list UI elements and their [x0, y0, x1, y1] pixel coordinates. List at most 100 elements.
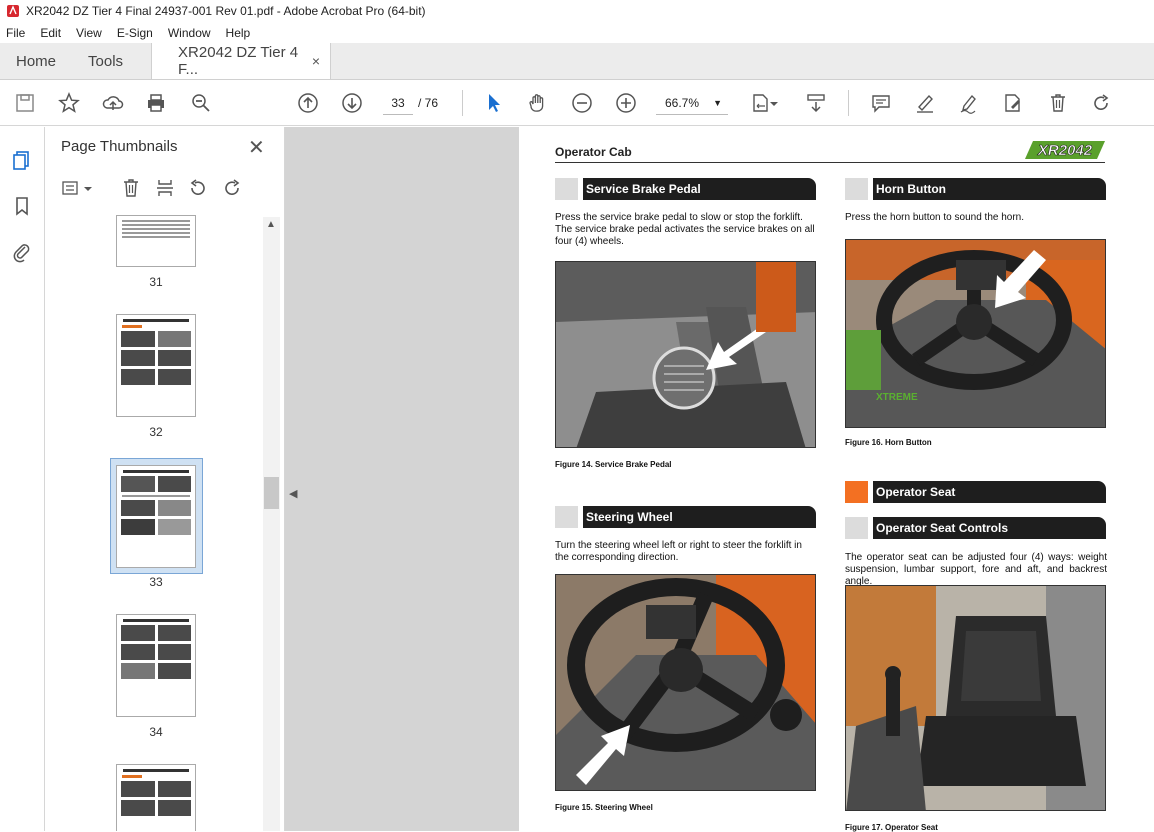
scroll-mode-icon[interactable]	[803, 90, 829, 116]
thumbnail-page[interactable]	[116, 314, 196, 417]
section-horn-button: Horn Button	[845, 178, 1106, 200]
section-title: Horn Button	[873, 178, 1106, 200]
chevron-down-icon: ▼	[713, 98, 722, 108]
rotate-counterclockwise-icon[interactable]	[187, 177, 209, 199]
horn-button-photo: XTREME	[845, 239, 1106, 428]
body-text: Turn the steering wheel left or right to…	[555, 540, 802, 563]
toolbar-divider	[462, 90, 463, 116]
chevron-down-icon[interactable]	[768, 90, 780, 116]
section-operator-seat-controls: Operator Seat Controls	[845, 517, 1106, 539]
zoom-search-icon[interactable]	[188, 90, 214, 116]
print-icon[interactable]	[143, 90, 169, 116]
delete-page-icon[interactable]	[120, 177, 142, 199]
bookmark-icon[interactable]	[11, 195, 33, 217]
thumbnail-page[interactable]	[116, 215, 196, 267]
scroll-up-icon[interactable]: ▲	[266, 219, 276, 230]
figure-caption: Figure 16. Horn Button	[845, 438, 932, 447]
thumbnail-page-number: 31	[149, 275, 163, 289]
section-marker	[845, 178, 868, 200]
menu-bar: File Edit View E-Sign Window Help	[0, 22, 1154, 43]
thumbnail-page[interactable]	[116, 764, 196, 831]
section-title: Operator Seat	[873, 481, 1106, 503]
highlight-pen-icon[interactable]	[912, 90, 938, 116]
svg-text:XR2042: XR2042	[1037, 142, 1093, 159]
panel-title: Page Thumbnails	[61, 138, 178, 155]
upload-cloud-icon[interactable]	[100, 90, 126, 116]
figure-caption: Figure 15. Steering Wheel	[555, 803, 653, 812]
body-text: The operator seat can be adjusted four (…	[845, 552, 1107, 587]
section-operator-seat: Operator Seat	[845, 481, 1106, 503]
thumbnail-page-number: 32	[149, 425, 163, 439]
rotate-icon[interactable]	[1088, 90, 1114, 116]
scrollbar-thumb[interactable]	[264, 477, 279, 509]
service-brake-photo	[555, 261, 816, 448]
document-view[interactable]: ◀ Operator Cab XR2042 Service Brake Peda…	[285, 127, 1154, 832]
close-panel-button[interactable]: ✕	[248, 135, 265, 160]
insert-page-icon[interactable]	[154, 177, 176, 199]
menu-file[interactable]: File	[6, 26, 25, 40]
steering-wheel-photo	[555, 574, 816, 791]
title-bar: XR2042 DZ Tier 4 Final 24937-001 Rev 01.…	[0, 0, 1154, 22]
toolbar: 33 / 76 66.7% ▼	[0, 80, 1154, 126]
save-icon[interactable]	[12, 90, 38, 116]
section-title: Operator Seat Controls	[873, 517, 1106, 539]
figure-caption: Figure 14. Service Brake Pedal	[555, 460, 672, 469]
window-title: XR2042 DZ Tier 4 Final 24937-001 Rev 01.…	[26, 4, 426, 18]
rotate-clockwise-icon[interactable]	[221, 177, 243, 199]
collapse-panel-icon[interactable]: ◀	[289, 487, 297, 500]
tab-document-label: XR2042 DZ Tier 4 F...	[178, 44, 299, 78]
star-icon[interactable]	[56, 90, 82, 116]
section-steering-wheel: Steering Wheel	[555, 506, 816, 528]
menu-view[interactable]: View	[76, 26, 102, 40]
toolbar-divider	[848, 90, 849, 116]
section-service-brake: Service Brake Pedal	[555, 178, 816, 200]
menu-edit[interactable]: Edit	[40, 26, 61, 40]
page-total: / 76	[418, 96, 439, 110]
thumbnail-page-number: 34	[149, 725, 163, 739]
thumbnail-page[interactable]	[116, 614, 196, 717]
attachment-icon[interactable]	[11, 241, 33, 263]
tab-bar: Home Tools XR2042 DZ Tier 4 F... ×	[0, 43, 1154, 80]
section-marker	[555, 506, 578, 528]
page-thumbnails-icon[interactable]	[11, 149, 33, 171]
tab-document[interactable]: XR2042 DZ Tier 4 F... ×	[151, 43, 332, 79]
thumbnail-scrollbar[interactable]: ▲	[263, 217, 280, 831]
tab-close-button[interactable]: ×	[312, 53, 320, 69]
thumbnail-tools	[45, 173, 285, 205]
thumbnails-panel: Page Thumbnails ✕ 31 32 33 34 ▲	[45, 127, 285, 831]
section-marker	[845, 517, 868, 539]
comment-icon[interactable]	[868, 90, 894, 116]
zoom-in-icon[interactable]	[613, 90, 639, 116]
tab-tools[interactable]: Tools	[72, 43, 139, 79]
body-text: Press the horn button to sound the horn.	[845, 212, 1025, 223]
chevron-down-icon[interactable]	[83, 177, 93, 199]
zoom-level-select[interactable]: 66.7% ▼	[656, 91, 728, 115]
body-text: Press the service brake pedal to slow or…	[555, 212, 815, 247]
zoom-out-icon[interactable]	[569, 90, 595, 116]
sign-icon[interactable]	[956, 90, 982, 116]
edit-pdf-icon[interactable]	[1000, 90, 1026, 116]
thumbnail-page-selected[interactable]	[116, 465, 196, 568]
xr2042-logo: XR2042	[1025, 141, 1105, 159]
section-title: Service Brake Pedal	[583, 178, 816, 200]
hand-tool-icon[interactable]	[525, 90, 551, 116]
acrobat-icon	[7, 5, 19, 17]
page-number-input[interactable]: 33	[383, 91, 413, 115]
operator-seat-photo	[845, 585, 1106, 811]
left-rail	[0, 127, 45, 831]
section-marker	[845, 481, 868, 503]
tab-home[interactable]: Home	[0, 43, 72, 79]
previous-page-icon[interactable]	[295, 90, 321, 116]
section-title: Steering Wheel	[583, 506, 816, 528]
thumbnail-page-number: 33	[149, 575, 163, 589]
zoom-level-value: 66.7%	[665, 96, 700, 110]
menu-help[interactable]: Help	[226, 26, 251, 40]
menu-esign[interactable]: E-Sign	[117, 26, 153, 40]
select-cursor-icon[interactable]	[481, 90, 507, 116]
pdf-page: Operator Cab XR2042 Service Brake Pedal …	[519, 127, 1154, 832]
next-page-icon[interactable]	[339, 90, 365, 116]
options-menu-icon[interactable]	[61, 177, 83, 199]
trash-icon[interactable]	[1045, 90, 1071, 116]
svg-text:XTREME: XTREME	[876, 392, 918, 403]
menu-window[interactable]: Window	[168, 26, 211, 40]
